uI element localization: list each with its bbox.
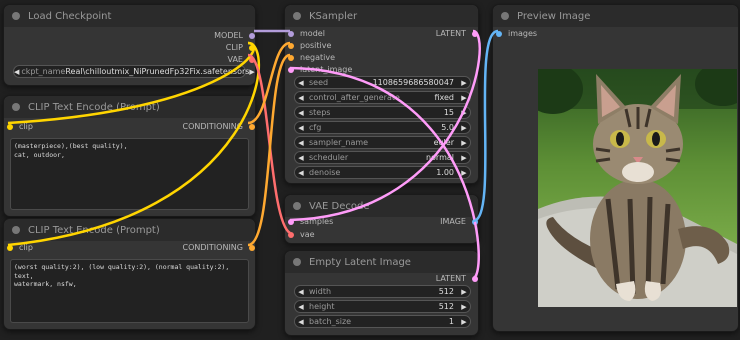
collapse-dot-icon[interactable] — [293, 258, 301, 266]
input-images[interactable]: images — [496, 29, 537, 38]
input-latent-image[interactable]: latent_image — [288, 65, 352, 74]
decrement-arrow-icon[interactable]: ◀ — [295, 79, 307, 87]
decrement-arrow-icon[interactable]: ◀ — [295, 169, 307, 177]
output-model[interactable]: MODEL — [214, 31, 255, 40]
output-latent[interactable]: LATENT — [436, 29, 478, 38]
denoise-widget[interactable]: ◀ denoise 1.00 ▶ — [294, 166, 471, 179]
node-title-bar[interactable]: KSampler — [285, 5, 478, 27]
node-title: Load Checkpoint — [28, 10, 112, 22]
clip-input-dot-icon[interactable] — [7, 245, 13, 251]
increment-arrow-icon[interactable]: ▶ — [458, 169, 470, 177]
latent-output-dot-icon[interactable] — [472, 276, 478, 282]
vae-output-dot-icon[interactable] — [249, 57, 255, 63]
input-negative[interactable]: negative — [288, 53, 335, 62]
ksampler-node[interactable]: KSampler model positive negative latent_… — [284, 4, 479, 184]
increment-arrow-icon[interactable]: ▶ — [458, 139, 470, 147]
input-clip[interactable]: clip — [7, 243, 33, 252]
output-image[interactable]: IMAGE — [440, 217, 478, 226]
cfg-widget[interactable]: ◀ cfg 5.0 ▶ — [294, 121, 471, 134]
clip-output-dot-icon[interactable] — [249, 45, 255, 51]
height-widget[interactable]: ◀ height 512 ▶ — [294, 300, 471, 313]
positive-input-dot-icon[interactable] — [288, 43, 294, 49]
seed-widget[interactable]: ◀ seed 1108659686580047 ▶ — [294, 76, 471, 89]
steps-widget[interactable]: ◀ steps 15 ▶ — [294, 106, 471, 119]
decrement-arrow-icon[interactable]: ◀ — [295, 124, 307, 132]
increment-arrow-icon[interactable]: ▶ — [458, 303, 470, 311]
collapse-dot-icon[interactable] — [12, 226, 20, 234]
increment-arrow-icon[interactable]: ▶ — [458, 124, 470, 132]
node-title: VAE Decode — [309, 200, 370, 212]
output-conditioning[interactable]: CONDITIONING — [183, 122, 255, 131]
generated-cat-image — [538, 69, 737, 307]
sampler-name-widget[interactable]: ◀ sampler_name euler ▶ — [294, 136, 471, 149]
node-title-bar[interactable]: CLIP Text Encode (Prompt) — [4, 96, 255, 118]
preview-image-node[interactable]: Preview Image images — [492, 4, 739, 332]
increment-arrow-icon[interactable]: ▶ — [458, 154, 470, 162]
input-positive[interactable]: positive — [288, 41, 331, 50]
batch-size-widget[interactable]: ◀ batch_size 1 ▶ — [294, 315, 471, 328]
vae-input-dot-icon[interactable] — [288, 232, 294, 238]
input-model[interactable]: model — [288, 29, 325, 38]
node-title: CLIP Text Encode (Prompt) — [28, 101, 160, 113]
node-graph-canvas[interactable]: Load Checkpoint MODEL CLIP VAE ◀ ckpt_na… — [0, 0, 740, 340]
node-title-bar[interactable]: Preview Image — [493, 5, 738, 27]
clip-input-dot-icon[interactable] — [7, 124, 13, 130]
node-title-bar[interactable]: CLIP Text Encode (Prompt) — [4, 219, 255, 241]
empty-latent-image-node[interactable]: Empty Latent Image LATENT ◀ width 512 ▶ … — [284, 250, 479, 336]
node-title: Empty Latent Image — [309, 256, 411, 268]
collapse-dot-icon[interactable] — [293, 202, 301, 210]
load-checkpoint-node[interactable]: Load Checkpoint MODEL CLIP VAE ◀ ckpt_na… — [3, 4, 256, 86]
increment-arrow-icon[interactable]: ▶ — [458, 288, 470, 296]
negative-prompt-textarea[interactable]: (worst quality:2), (low quality:2), (nor… — [10, 259, 249, 323]
increment-arrow-icon[interactable]: ▶ — [458, 79, 470, 87]
collapse-dot-icon[interactable] — [12, 103, 20, 111]
output-conditioning[interactable]: CONDITIONING — [183, 243, 255, 252]
collapse-dot-icon[interactable] — [293, 12, 301, 20]
input-vae[interactable]: vae — [288, 230, 315, 239]
decrement-arrow-icon[interactable]: ◀ — [295, 139, 307, 147]
node-title-bar[interactable]: Empty Latent Image — [285, 251, 478, 273]
decrement-arrow-icon[interactable]: ◀ — [295, 288, 307, 296]
ckpt-name-widget[interactable]: ◀ ckpt_name Real\chilloutmix_NiPrunedFp3… — [13, 65, 255, 78]
node-title: Preview Image — [517, 10, 591, 22]
negative-input-dot-icon[interactable] — [288, 55, 294, 61]
scheduler-widget[interactable]: ◀ scheduler normal ▶ — [294, 151, 471, 164]
input-clip[interactable]: clip — [7, 122, 33, 131]
control-after-generate-widget[interactable]: ◀ control_after_generate fixed ▶ — [294, 91, 471, 104]
decrement-arrow-icon[interactable]: ◀ — [295, 303, 307, 311]
node-title: CLIP Text Encode (Prompt) — [28, 224, 160, 236]
node-title-bar[interactable]: Load Checkpoint — [4, 5, 255, 27]
latent-output-dot-icon[interactable] — [472, 31, 478, 37]
decrement-arrow-icon[interactable]: ◀ — [295, 94, 307, 102]
collapse-dot-icon[interactable] — [12, 12, 20, 20]
vae-decode-node[interactable]: VAE Decode samples vae IMAGE — [284, 194, 479, 244]
node-title: KSampler — [309, 10, 358, 22]
collapse-dot-icon[interactable] — [501, 12, 509, 20]
increment-arrow-icon[interactable]: ▶ — [458, 94, 470, 102]
output-clip[interactable]: CLIP — [226, 43, 255, 52]
model-input-dot-icon[interactable] — [288, 31, 294, 37]
image-output-dot-icon[interactable] — [472, 219, 478, 225]
output-latent[interactable]: LATENT — [436, 274, 478, 283]
samples-input-dot-icon[interactable] — [288, 219, 294, 225]
output-vae[interactable]: VAE — [228, 55, 255, 64]
decrement-arrow-icon[interactable]: ◀ — [295, 318, 307, 326]
increment-arrow-icon[interactable]: ▶ — [249, 68, 254, 76]
latent-input-dot-icon[interactable] — [288, 67, 294, 73]
model-output-dot-icon[interactable] — [249, 33, 255, 39]
clip-text-encode-positive-node[interactable]: CLIP Text Encode (Prompt) clip CONDITION… — [3, 95, 256, 217]
positive-prompt-textarea[interactable]: (masterpiece),(best quality), cat, outdo… — [10, 138, 249, 210]
increment-arrow-icon[interactable]: ▶ — [458, 109, 470, 117]
clip-text-encode-negative-node[interactable]: CLIP Text Encode (Prompt) clip CONDITION… — [3, 218, 256, 330]
conditioning-output-dot-icon[interactable] — [249, 245, 255, 251]
input-samples[interactable]: samples — [288, 217, 333, 226]
node-title-bar[interactable]: VAE Decode — [285, 195, 478, 217]
images-input-dot-icon[interactable] — [496, 31, 502, 37]
width-widget[interactable]: ◀ width 512 ▶ — [294, 285, 471, 298]
decrement-arrow-icon[interactable]: ◀ — [295, 109, 307, 117]
conditioning-output-dot-icon[interactable] — [249, 124, 255, 130]
decrement-arrow-icon[interactable]: ◀ — [295, 154, 307, 162]
increment-arrow-icon[interactable]: ▶ — [458, 318, 470, 326]
